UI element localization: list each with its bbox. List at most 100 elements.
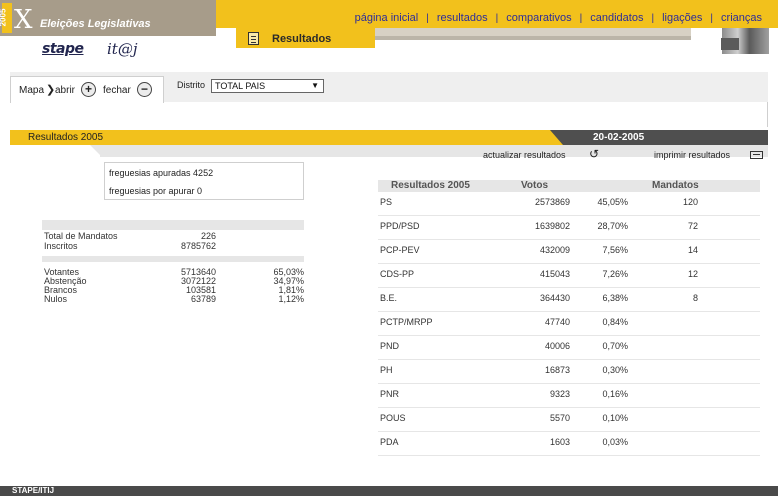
nav-pagina-inicial[interactable]: página inicial [355, 12, 419, 24]
results-header-bar: Resultados 2005 20-02-2005 [10, 130, 768, 145]
table-row: PCTP/MRPP 47740 0,84% [378, 312, 760, 336]
party-pct: 0,03% [602, 437, 628, 447]
party-mandates: 8 [692, 293, 698, 303]
stats-divider [42, 256, 304, 262]
freguesias-box: freguesias apuradas 4252 freguesias por … [104, 162, 304, 200]
party-votes: 1603 [549, 437, 570, 447]
fechar-label: fechar [103, 85, 131, 96]
subbar-notch [10, 145, 100, 157]
col-header-votes: Votos [521, 180, 549, 191]
party-name: PDA [380, 437, 399, 447]
table-row: PS 2573869 45,05% 120 [378, 192, 760, 216]
party-pct: 7,56% [602, 245, 628, 255]
party-votes: 47740 [544, 317, 570, 327]
nav-resultados[interactable]: resultados [437, 12, 488, 24]
nav-underline [375, 28, 693, 36]
party-pct: 28,70% [597, 221, 628, 231]
mapa-label: Mapa [19, 85, 45, 96]
distrito-select[interactable]: TOTAL PAIS ▼ [211, 79, 324, 93]
fechar-map-button[interactable]: − [137, 82, 152, 97]
nav-comparativos[interactable]: comparativos [506, 12, 571, 24]
party-pct: 45,05% [597, 197, 628, 207]
col-header-mandates: Mandatos [652, 180, 699, 191]
map-toggle-box: Mapa ❯ abrir + fechar − [10, 76, 164, 103]
party-name: PCTP/MRPP [380, 317, 433, 327]
party-name: POUS [380, 413, 406, 423]
total-mandatos-value: 226 [200, 231, 216, 241]
party-name: PND [380, 341, 400, 351]
table-row: PDA 1603 0,03% [378, 432, 760, 456]
abrir-map-button[interactable]: + [81, 82, 96, 97]
party-mandates: 12 [687, 269, 698, 279]
party-pct: 0,70% [602, 341, 628, 351]
party-name: B.E. [380, 293, 398, 303]
itij-logo[interactable]: it@j [107, 40, 137, 58]
section-tab-resultados: Resultados [236, 28, 375, 48]
party-pct: 6,38% [602, 293, 628, 303]
main-nav: página inicial | resultados | comparativos… [355, 12, 762, 24]
imprimir-resultados-link[interactable]: imprimir resultados [654, 150, 730, 160]
print-icon[interactable] [750, 151, 763, 159]
nulos-pct: 1,12% [278, 294, 304, 304]
col-header-party: Resultados 2005 [391, 180, 470, 191]
party-votes: 2573869 [534, 197, 570, 207]
results-date: 20-02-2005 [593, 132, 645, 143]
table-row: PND 40006 0,70% [378, 336, 760, 360]
controls-bar: Mapa ❯ abrir + fechar − Distrito TOTAL P… [10, 72, 768, 127]
party-pct: 0,84% [602, 317, 628, 327]
total-mandatos-label: Total de Mandatos [44, 231, 118, 241]
nav-separator: | [426, 12, 429, 24]
abrir-label: abrir [55, 85, 76, 96]
dropdown-arrow-icon: ▼ [311, 81, 319, 90]
nav-separator: | [710, 12, 714, 24]
nav-criancas[interactable]: crianças [721, 12, 762, 24]
year-text: 2005 [0, 8, 8, 27]
header-stripe [375, 36, 691, 40]
party-name: PNR [380, 389, 400, 399]
party-name: PCP-PEV [380, 245, 420, 255]
actualizar-resultados-link[interactable]: actualizar resultados [483, 150, 566, 160]
party-name: PH [380, 365, 393, 375]
header-photo [691, 28, 769, 54]
party-votes: 432009 [539, 245, 570, 255]
party-mandates: 72 [687, 221, 698, 231]
party-mandates: 120 [682, 197, 698, 207]
footer-text: STAPE/ITIJ [12, 486, 55, 495]
inscritos-label: Inscritos [44, 241, 78, 251]
party-name: PS [380, 197, 393, 207]
party-pct: 7,26% [602, 269, 628, 279]
distrito-label: Distrito [177, 80, 206, 90]
stape-logo[interactable]: stape [42, 41, 84, 57]
party-votes: 364430 [539, 293, 570, 303]
inscritos-value: 8785762 [180, 241, 216, 251]
party-name: PPD/PSD [380, 221, 420, 231]
party-votes: 415043 [539, 269, 570, 279]
nav-separator: | [579, 12, 583, 24]
freguesias-por-apurar: freguesias por apurar 0 [109, 186, 203, 196]
nav-separator: | [495, 12, 499, 24]
nav-candidatos[interactable]: candidatos [590, 12, 643, 24]
results-title: Resultados 2005 [28, 132, 104, 143]
table-row: PPD/PSD 1639802 28,70% 72 [378, 216, 760, 240]
table-row: POUS 5570 0,10% [378, 408, 760, 432]
site-banner: 2005 X Eleições Legislativas [0, 0, 216, 36]
nav-ligacoes[interactable]: ligações [662, 12, 702, 24]
party-mandates: 14 [687, 245, 698, 255]
party-votes: 16873 [544, 365, 570, 375]
distrito-selected-value: TOTAL PAIS [215, 81, 266, 91]
stats-divider [42, 220, 304, 230]
table-row: PNR 9323 0,16% [378, 384, 760, 408]
party-votes: 40006 [544, 341, 570, 351]
logo-x-icon: X [14, 5, 33, 35]
nulos-value: 63789 [190, 294, 216, 304]
table-row: CDS-PP 415043 7,26% 12 [378, 264, 760, 288]
party-pct: 0,30% [602, 365, 628, 375]
party-pct: 0,10% [602, 413, 628, 423]
refresh-icon[interactable]: ↺ [589, 147, 599, 161]
nulos-label: Nulos [44, 294, 68, 304]
table-row: PH 16873 0,30% [378, 360, 760, 384]
site-title[interactable]: Eleições Legislativas [40, 18, 151, 30]
nav-separator: | [651, 12, 655, 24]
party-votes: 5570 [549, 413, 570, 423]
party-pct: 0,16% [602, 389, 628, 399]
